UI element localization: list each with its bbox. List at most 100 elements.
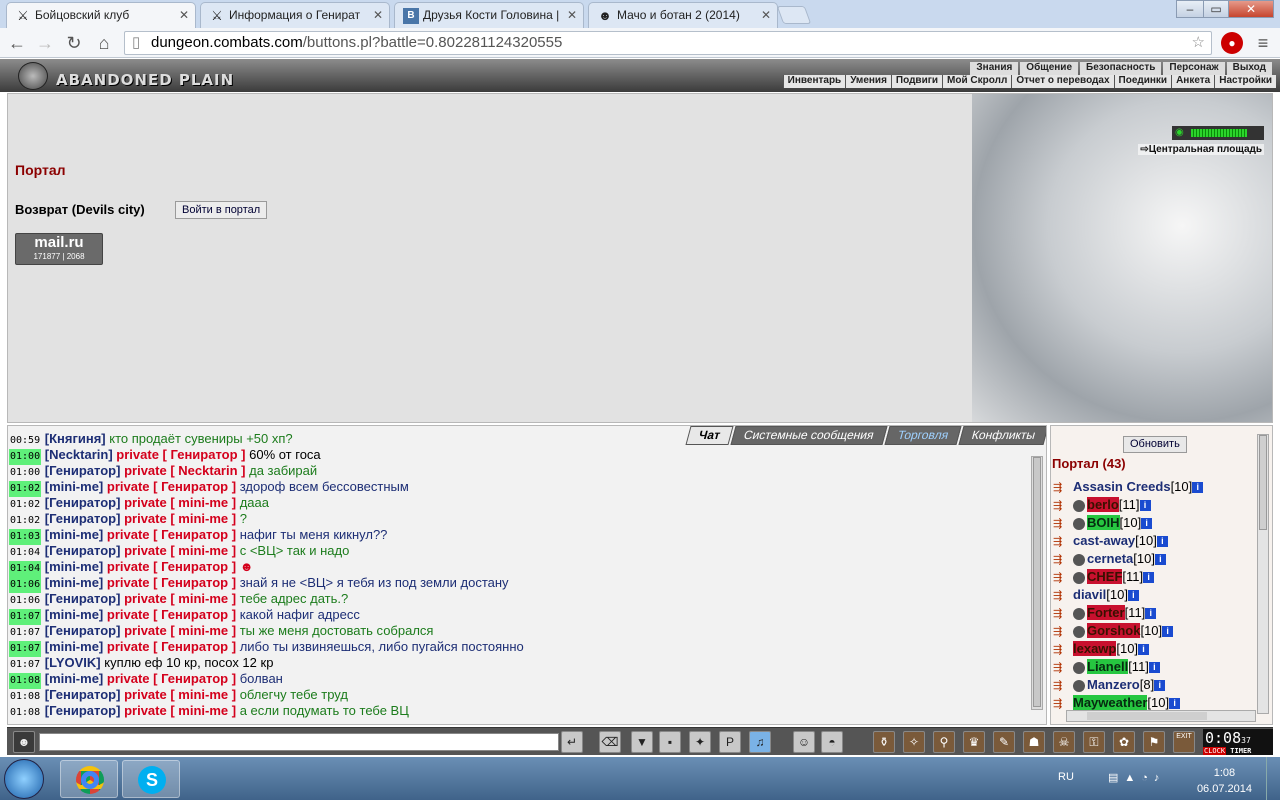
skype-taskbar-button[interactable]: S [122, 760, 180, 798]
private-message-icon[interactable]: ⇶ [1053, 533, 1073, 551]
crown-icon[interactable]: ♛ [963, 731, 985, 753]
chat-sender[interactable]: [mini-me] [45, 575, 104, 590]
address-bar[interactable]: ▯ dungeon.combats.com/buttons.pl?battle=… [124, 31, 1212, 55]
sack-icon[interactable]: ⚲ [933, 731, 955, 753]
translit-icon[interactable]: P [719, 731, 741, 753]
chat-private-tag[interactable]: private [ mini-me ] [124, 511, 236, 526]
player-name[interactable]: Assasin Creeds [1073, 479, 1171, 494]
close-tab-icon[interactable]: ✕ [179, 3, 189, 27]
player-name[interactable]: CHEF [1087, 569, 1123, 584]
chat-private-tag[interactable]: private [ mini-me ] [124, 687, 236, 702]
chat-private-tag[interactable]: private [ Гениратор ] [107, 527, 236, 542]
clan-emblem-icon[interactable] [1073, 607, 1085, 620]
submenu-feats[interactable]: Подвиги [890, 75, 943, 88]
menu-item-security[interactable]: Безопасность [1080, 62, 1162, 75]
start-button[interactable] [4, 759, 44, 799]
close-tab-icon[interactable]: ✕ [761, 3, 771, 27]
chat-sender[interactable]: [Гениратор] [45, 623, 121, 638]
private-message-icon[interactable]: ⇶ [1053, 659, 1073, 677]
submenu-settings[interactable]: Настройки [1214, 75, 1276, 88]
info-icon[interactable]: i [1162, 626, 1174, 638]
online-scrollbar[interactable] [1257, 434, 1269, 714]
enter-portal-button[interactable]: Войти в портал [175, 201, 268, 219]
info-icon[interactable]: i [1169, 698, 1181, 710]
clan-emblem-icon[interactable] [1073, 679, 1085, 692]
location-link[interactable]: ⇨Центральная площадь [1138, 144, 1264, 155]
exit-icon[interactable]: EXIT [1173, 731, 1195, 753]
chat-sender[interactable]: [Княгиня] [45, 431, 106, 446]
adblock-icon[interactable]: ● [1221, 32, 1243, 54]
menu-item-exit[interactable]: Выход [1226, 62, 1272, 75]
chat-sender[interactable]: [mini-me] [45, 559, 104, 574]
refresh-button[interactable]: Обновить [1123, 436, 1187, 453]
menu-item-character[interactable]: Персонаж [1163, 62, 1225, 75]
chat-sender[interactable]: [mini-me] [45, 607, 104, 622]
clan-emblem-icon[interactable] [1073, 571, 1085, 584]
back-icon[interactable]: ← [6, 32, 28, 54]
menu-item-knowledge[interactable]: Знания [970, 62, 1019, 75]
player-name[interactable]: Lianell [1087, 659, 1129, 674]
chat-timestamp[interactable]: 01:08 [9, 705, 41, 721]
private-message-icon[interactable]: ⇶ [1053, 569, 1073, 587]
close-tab-icon[interactable]: ✕ [567, 3, 577, 27]
chat-sender[interactable]: [LYOVIK] [45, 655, 101, 670]
chat-sender[interactable]: [mini-me] [45, 671, 104, 686]
scroll-icon[interactable]: ✎ [993, 731, 1015, 753]
submenu-inventory[interactable]: Инвентарь [782, 75, 846, 88]
chat-sender[interactable]: [mini-me] [45, 479, 104, 494]
show-desktop-button[interactable] [1266, 757, 1280, 800]
chat-sender[interactable]: [Гениратор] [45, 703, 121, 718]
submenu-transfers-report[interactable]: Отчет о переводах [1011, 75, 1114, 88]
submenu-profile[interactable]: Анкета [1171, 75, 1215, 88]
chat-sender[interactable]: [Necktarin] [45, 447, 113, 462]
online-hscrollbar[interactable] [1066, 710, 1256, 722]
info-icon[interactable]: i [1192, 482, 1204, 494]
chat-private-tag[interactable]: private [ Гениратор ] [107, 575, 236, 590]
chat-sender[interactable]: [Гениратор] [45, 495, 121, 510]
new-tab-button[interactable] [776, 6, 812, 24]
chat-private-tag[interactable]: private [ Гениратор ] [107, 607, 236, 622]
chat-private-tag[interactable]: private [ Гениратор ] [107, 559, 236, 574]
chat-input[interactable] [39, 733, 559, 751]
private-message-icon[interactable]: ⇶ [1053, 587, 1073, 605]
private-message-icon[interactable]: ⇶ [1053, 479, 1073, 497]
chat-sender[interactable]: [Гениратор] [45, 687, 121, 702]
submenu-skills[interactable]: Умения [845, 75, 891, 88]
chat-private-tag[interactable]: private [ Гениратор ] [116, 447, 245, 462]
clan-emblem-icon[interactable] [1073, 499, 1085, 512]
forward-icon[interactable]: → [34, 32, 56, 54]
private-message-icon[interactable]: ⇶ [1053, 605, 1073, 623]
music-icon[interactable]: ♫ [749, 731, 771, 753]
player-name[interactable]: berlo [1087, 497, 1119, 512]
chat-sender[interactable]: [Гениратор] [45, 463, 121, 478]
mailru-counter[interactable]: mail.ru 171877 | 2068 [15, 233, 103, 265]
close-window-button[interactable]: ✕ [1228, 0, 1274, 18]
private-message-icon[interactable]: ⇶ [1053, 623, 1073, 641]
chat-private-tag[interactable]: private [ mini-me ] [124, 591, 236, 606]
language-indicator[interactable]: RU [1058, 771, 1074, 783]
star-icon[interactable]: ☆ [1192, 32, 1205, 54]
close-tab-icon[interactable]: ✕ [373, 3, 383, 27]
pets-icon[interactable]: ✿ [1113, 731, 1135, 753]
chat-private-tag[interactable]: private [ Гениратор ] [107, 671, 236, 686]
chat-scrollbar[interactable] [1031, 456, 1043, 710]
info-icon[interactable]: i [1139, 500, 1151, 512]
chat-private-tag[interactable]: private [ mini-me ] [124, 703, 236, 718]
chat-private-tag[interactable]: private [ Гениратор ] [107, 639, 236, 654]
chat-private-tag[interactable]: private [ mini-me ] [124, 495, 236, 510]
submenu-my-scroll[interactable]: Мой Скролл [942, 75, 1012, 88]
helmet-icon[interactable]: ◓ [821, 731, 843, 753]
fighter-icon[interactable]: ✦ [689, 731, 711, 753]
player-name[interactable]: cast-away [1073, 533, 1135, 548]
maximize-button[interactable]: ▭ [1203, 0, 1229, 18]
chat-sender[interactable]: [Гениратор] [45, 543, 121, 558]
player-name[interactable]: Manzero [1087, 677, 1140, 692]
private-message-icon[interactable]: ⇶ [1053, 515, 1073, 533]
chat-sender[interactable]: [mini-me] [45, 639, 104, 654]
private-message-icon[interactable]: ⇶ [1053, 641, 1073, 659]
magic-icon[interactable]: ✧ [903, 731, 925, 753]
info-icon[interactable]: i [1141, 518, 1153, 530]
clan-emblem-icon[interactable] [1073, 517, 1085, 530]
player-name[interactable]: Mayweather [1073, 695, 1148, 710]
flag-icon[interactable]: ⚑ [1143, 731, 1165, 753]
